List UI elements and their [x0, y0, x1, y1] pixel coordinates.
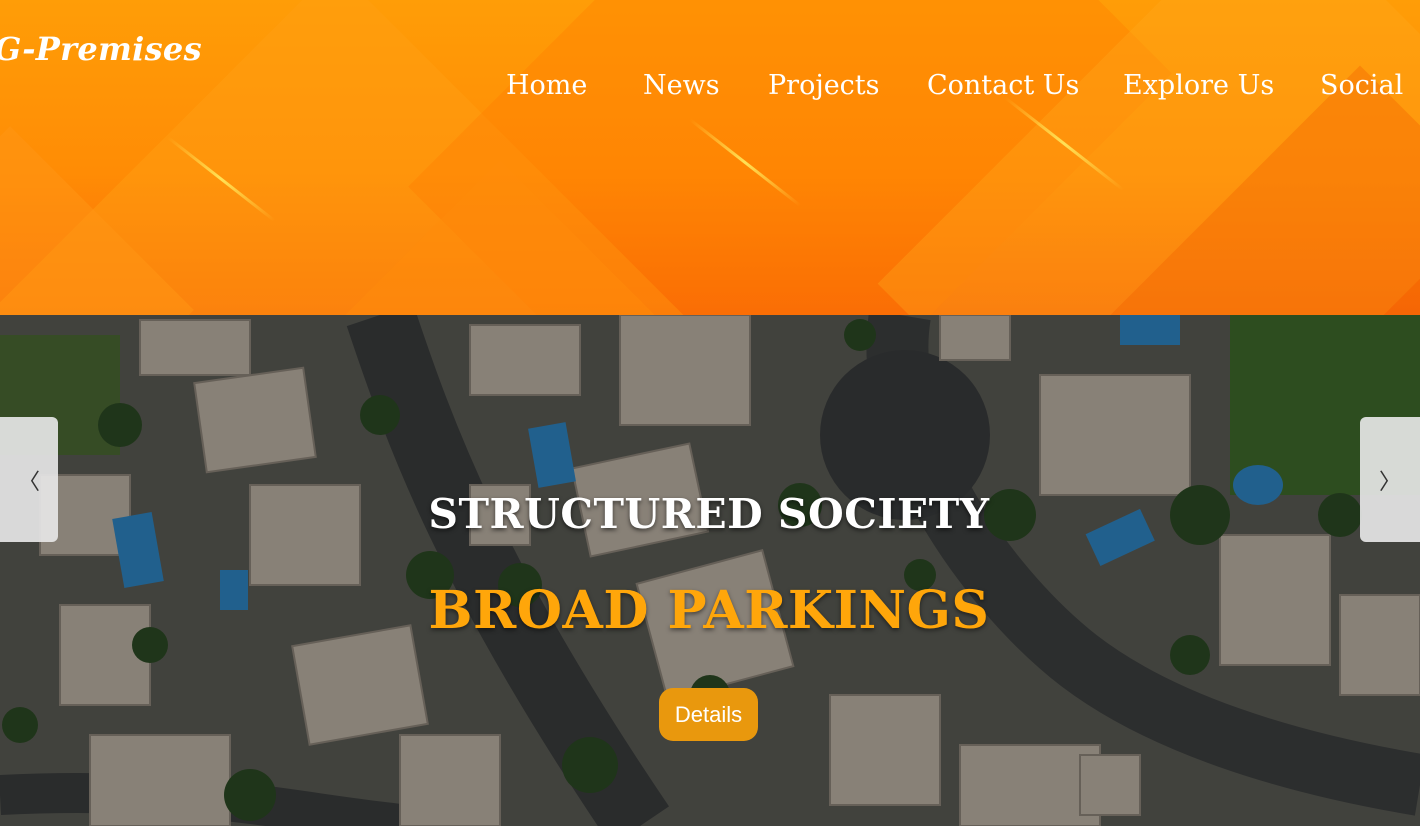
site-logo[interactable]: G-Premises [0, 30, 202, 68]
nav-news-link[interactable]: News [643, 70, 720, 101]
hero-title: STRUCTURED SOCIETY [428, 490, 990, 538]
hero-subtitle: BROAD PARKINGS [428, 580, 990, 641]
nav-home-link[interactable]: Home [506, 70, 587, 101]
site-header: G-Premises Home News Projects Contact Us… [0, 0, 1420, 315]
details-button[interactable]: Details [659, 688, 758, 741]
hero-carousel: 〈 〉 STRUCTURED SOCIETY BROAD PARKINGS De… [0, 315, 1420, 826]
nav-social-link[interactable]: Social [1320, 70, 1403, 101]
nav-explore-us-link[interactable]: Explore Us [1123, 70, 1274, 101]
nav-projects-link[interactable]: Projects [768, 70, 880, 101]
main-nav: Home News Projects Contact Us Explore Us… [0, 70, 1420, 110]
nav-contact-us-link[interactable]: Contact Us [927, 70, 1079, 101]
hero-dark-overlay [0, 315, 1420, 826]
